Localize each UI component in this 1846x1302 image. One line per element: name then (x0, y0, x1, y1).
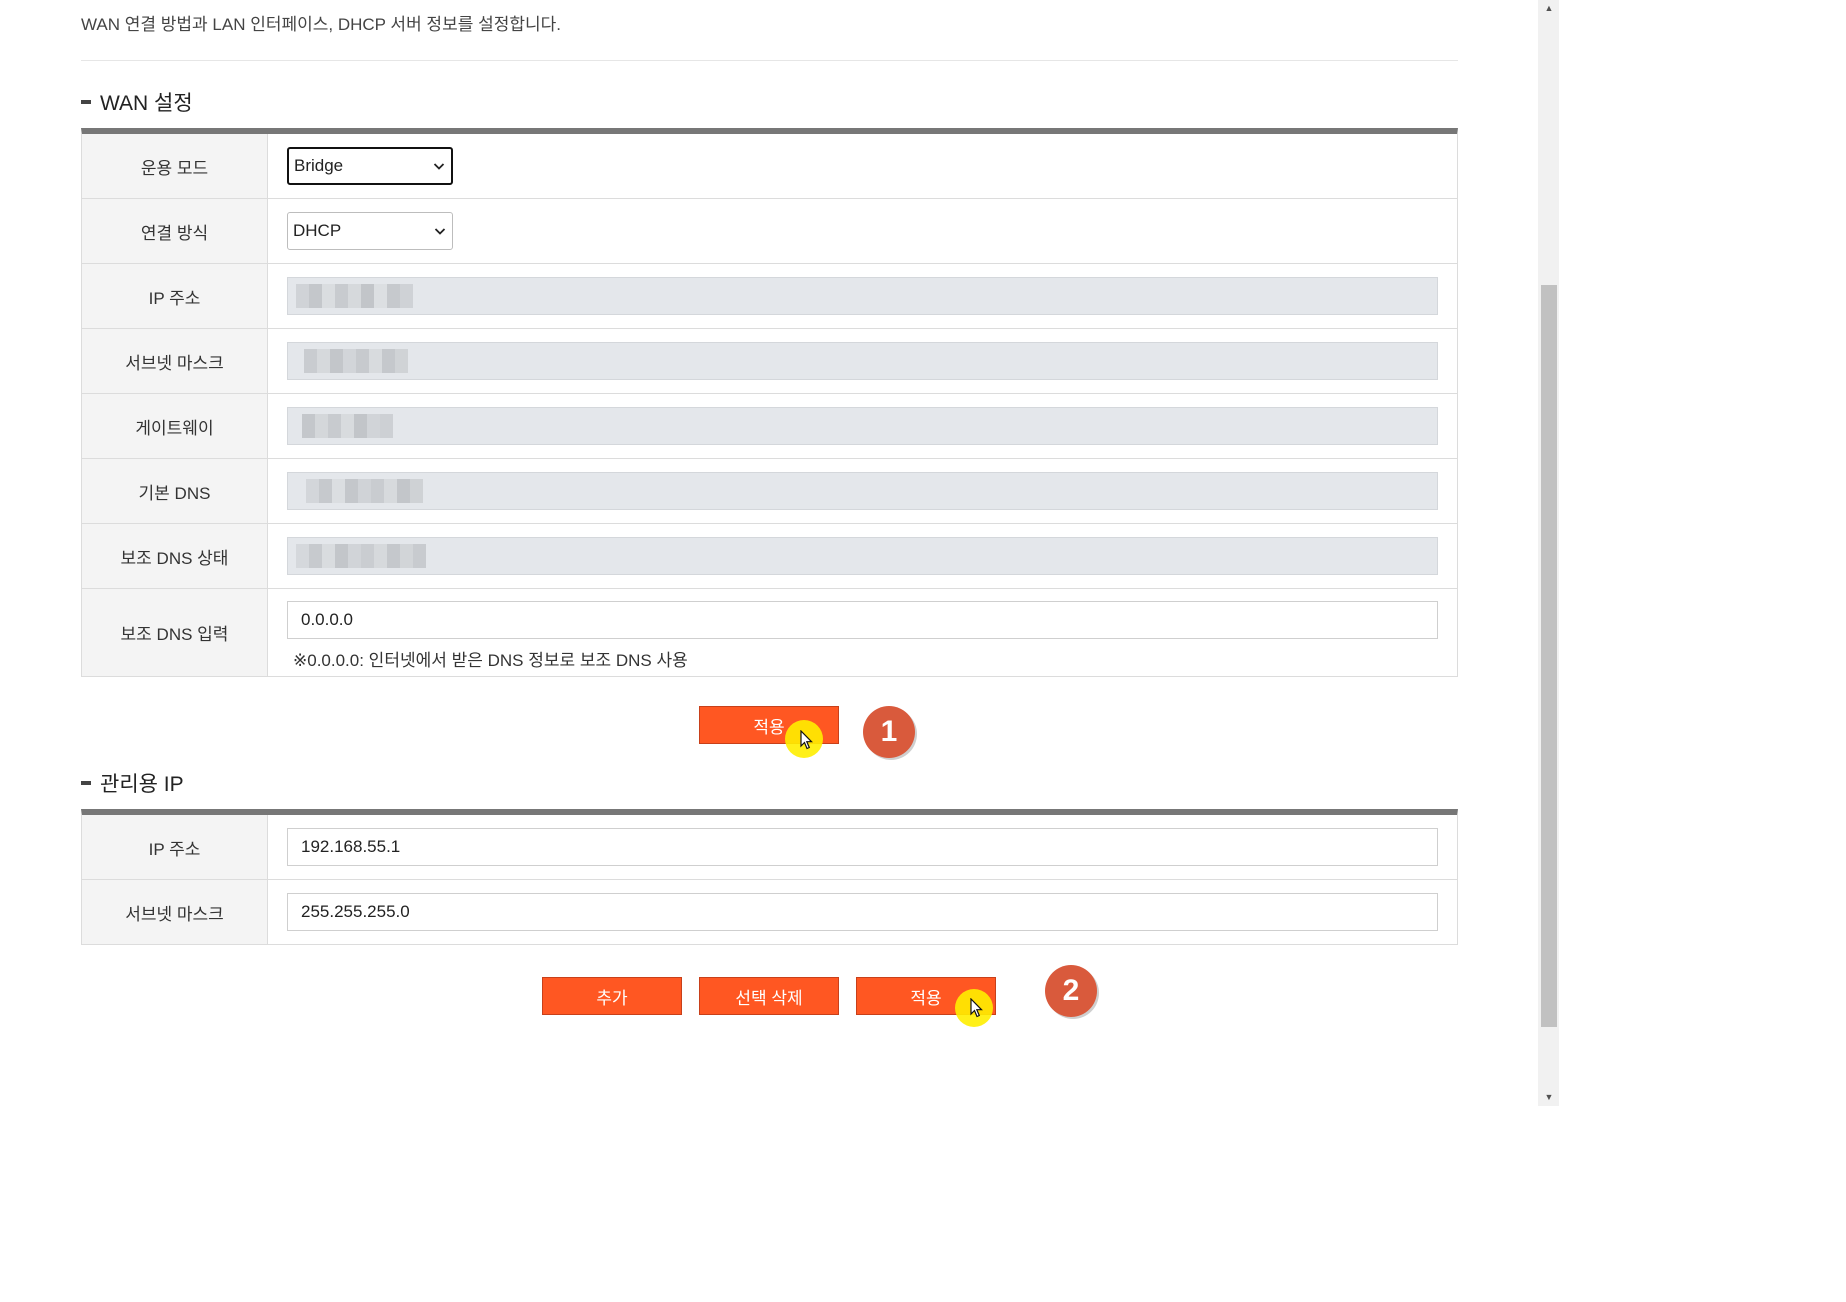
row-operation-mode: 운용 모드 Bridge (82, 134, 1457, 199)
section-bullet-icon (81, 781, 91, 785)
row-ip-address: IP 주소 (82, 264, 1457, 329)
ip-address-label: IP 주소 (82, 264, 268, 328)
secondary-dns-status-label: 보조 DNS 상태 (82, 524, 268, 588)
chevron-down-icon (434, 228, 446, 235)
operation-mode-select[interactable]: Bridge (287, 147, 453, 185)
secondary-dns-input-label: 보조 DNS 입력 (82, 589, 268, 676)
mgmt-subnet-mask-label: 서브넷 마스크 (82, 880, 268, 944)
mgmt-ip-address-input[interactable]: 192.168.55.1 (287, 828, 1438, 866)
mgmt-apply-button-label: 적용 (910, 988, 942, 1008)
mgmt-section-title-text: 관리용 IP (100, 773, 184, 796)
add-button-label: 추가 (596, 988, 628, 1008)
redacted-value (302, 414, 393, 438)
wan-ip-address-field (287, 277, 1438, 315)
connection-type-select[interactable]: DHCP (287, 212, 453, 250)
mgmt-ip-table: IP 주소 192.168.55.1 서브넷 마스크 255.255.255.0 (81, 809, 1458, 945)
redacted-value (304, 349, 408, 373)
step-badge-1: 1 (863, 706, 915, 758)
row-subnet-mask: 서브넷 마스크 (82, 329, 1457, 394)
wan-apply-button-label: 적용 (753, 717, 785, 737)
primary-dns-label: 기본 DNS (82, 459, 268, 523)
section-bullet-icon (81, 100, 91, 104)
page-description: WAN 연결 방법과 LAN 인터페이스, DHCP 서버 정보를 설정합니다. (81, 15, 561, 34)
wan-section-title-text: WAN 설정 (100, 92, 193, 115)
redacted-value (296, 544, 426, 568)
row-mgmt-subnet-mask: 서브넷 마스크 255.255.255.0 (82, 880, 1457, 945)
row-secondary-dns-status: 보조 DNS 상태 (82, 524, 1457, 589)
mgmt-subnet-mask-input[interactable]: 255.255.255.0 (287, 893, 1438, 931)
operation-mode-value: Bridge (294, 156, 344, 175)
row-gateway: 게이트웨이 (82, 394, 1457, 459)
mgmt-section-title: 관리용 IP (81, 768, 184, 798)
scroll-down-arrow-icon[interactable]: ▼ (1543, 1092, 1555, 1102)
connection-type-value: DHCP (293, 221, 342, 240)
operation-mode-label: 운용 모드 (82, 134, 268, 198)
mouse-cursor-icon (970, 998, 983, 1018)
wan-section-title: WAN 설정 (81, 87, 193, 117)
wan-secondary-dns-status-field (287, 537, 1438, 575)
connection-type-label: 연결 방식 (82, 199, 268, 263)
row-connection-type: 연결 방식 DHCP (82, 199, 1457, 264)
delete-selected-button-label: 선택 삭제 (735, 988, 803, 1008)
wan-primary-dns-field (287, 472, 1438, 510)
wan-gateway-field (287, 407, 1438, 445)
scrollbar-thumb[interactable] (1541, 285, 1557, 1027)
divider (81, 60, 1458, 61)
secondary-dns-input-field[interactable]: 0.0.0.0 (287, 601, 1438, 639)
subnet-mask-label: 서브넷 마스크 (82, 329, 268, 393)
mouse-cursor-icon (800, 730, 813, 750)
step-badge-2: 2 (1045, 965, 1097, 1017)
mgmt-ip-address-label: IP 주소 (82, 815, 268, 879)
row-primary-dns: 기본 DNS (82, 459, 1457, 524)
redacted-value (296, 284, 413, 308)
row-secondary-dns-input: 보조 DNS 입력 0.0.0.0 ※0.0.0.0: 인터넷에서 받은 DNS… (82, 589, 1457, 677)
delete-selected-button[interactable]: 선택 삭제 (699, 977, 839, 1015)
gateway-label: 게이트웨이 (82, 394, 268, 458)
scroll-up-arrow-icon[interactable]: ▲ (1543, 3, 1555, 13)
router-settings-page: WAN 연결 방법과 LAN 인터페이스, DHCP 서버 정보를 설정합니다.… (0, 0, 1559, 1106)
mgmt-ip-address-value: 192.168.55.1 (301, 837, 401, 856)
wan-settings-table: 운용 모드 Bridge 연결 방식 DHCP IP 주소 서브넷 마스크 게이… (81, 128, 1458, 677)
mgmt-subnet-mask-value: 255.255.255.0 (301, 902, 410, 921)
wan-subnet-mask-field (287, 342, 1438, 380)
add-button[interactable]: 추가 (542, 977, 682, 1015)
secondary-dns-input-value: 0.0.0.0 (301, 610, 353, 629)
secondary-dns-hint: ※0.0.0.0: 인터넷에서 받은 DNS 정보로 보조 DNS 사용 (293, 651, 688, 670)
row-mgmt-ip-address: IP 주소 192.168.55.1 (82, 815, 1457, 880)
chevron-down-icon (433, 163, 445, 170)
redacted-value (306, 479, 423, 503)
